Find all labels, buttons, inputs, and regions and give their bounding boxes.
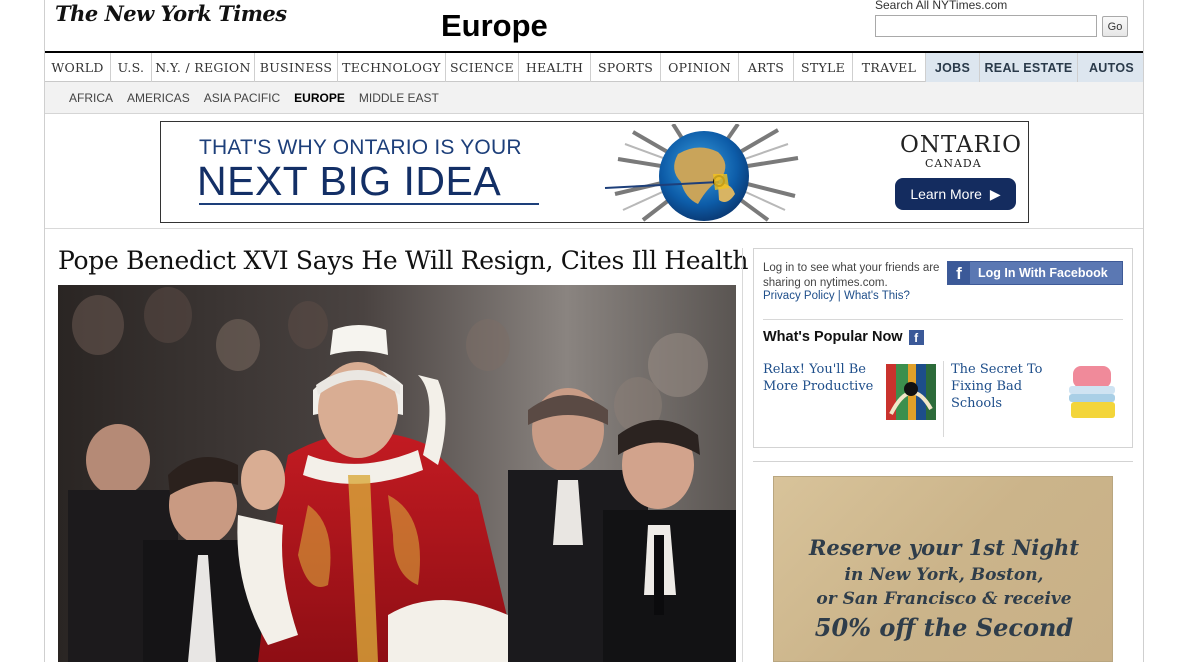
subnav-item-europe[interactable]: EUROPE [294,91,345,105]
nav-item-opinion[interactable]: OPINION [661,53,739,82]
ontario-banner-ad[interactable]: THAT'S WHY ONTARIO IS YOUR NEXT BIG IDEA [160,121,1029,223]
popular-item-2[interactable]: The Secret To Fixing Bad Schools [951,361,1061,412]
subnav-item-middle-east[interactable]: MIDDLE EAST [359,91,439,105]
popular-divider [943,361,944,437]
globe-skyline-icon [604,124,799,222]
ontario-logo: ONTARIO [900,132,1022,158]
page: The New York Times Europe Search All NYT… [44,0,1144,662]
facebook-prompt: Log in to see what your friends are shar… [763,262,940,289]
search-input[interactable] [875,15,1097,37]
article-headline[interactable]: Pope Benedict XVI Says He Will Resign, C… [58,246,748,275]
ad-headline: NEXT BIG IDEA [197,158,502,204]
column-divider [742,248,743,662]
nav-item-travel[interactable]: TRAVEL [853,53,926,82]
facebook-links: Privacy Policy | What's This? [763,290,910,302]
hotel-ad[interactable]: Reserve your 1st Night in New York, Bost… [773,476,1113,662]
divider [753,461,1133,462]
nav-item-autos[interactable]: AUTOS [1078,53,1143,82]
search-go-button[interactable]: Go [1102,16,1128,37]
nav-item-sports[interactable]: SPORTS [591,53,661,82]
primary-nav: WORLD U.S. N.Y. / REGION BUSINESS TECHNO… [45,51,1143,82]
nav-item-ny-region[interactable]: N.Y. / REGION [152,53,255,82]
facebook-login-label: Log In With Facebook [978,266,1108,280]
nav-item-world[interactable]: WORLD [45,53,111,82]
divider [45,228,1143,229]
hotel-ad-line2: in New York, Boston, [844,565,1044,585]
nav-item-business[interactable]: BUSINESS [255,53,338,82]
learn-more-label: Learn More [910,186,982,202]
play-triangle-icon: ▶ [989,185,1001,202]
subnav-item-asia-pacific[interactable]: ASIA PACIFIC [204,91,280,105]
nav-item-real-estate[interactable]: REAL ESTATE [980,53,1078,82]
hotel-ad-line3: or San Francisco & receive [816,589,1072,609]
hotel-ad-line1: Reserve your 1st Night [808,535,1080,560]
facebook-login-button[interactable]: f Log In With Facebook [947,261,1123,285]
link-separator: | [837,290,841,302]
article-photo[interactable] [58,285,736,662]
whats-this-link[interactable]: What's This? [844,290,910,302]
ontario-logo-sub: CANADA [925,157,982,170]
nav-item-arts[interactable]: ARTS [739,53,794,82]
ad-tagline: THAT'S WHY ONTARIO IS YOUR [199,136,522,159]
popular-thumbnail-1[interactable] [886,364,936,420]
subnav-item-africa[interactable]: AFRICA [69,91,113,105]
nyt-logo[interactable]: The New York Times [55,1,287,26]
popular-item-1[interactable]: Relax! You'll Be More Productive [763,361,883,395]
popular-title-text: What's Popular Now [763,329,903,345]
hotel-ad-line4: 50% off the Second [814,613,1074,642]
facebook-icon: f [908,329,924,345]
nav-item-jobs[interactable]: JOBS [926,53,980,82]
nav-item-science[interactable]: SCIENCE [446,53,519,82]
popular-thumbnail-2[interactable] [1067,364,1119,422]
search-label: Search All NYTimes.com [875,0,1008,12]
popular-title: What's Popular Now f [763,329,924,345]
ad-underline [199,203,539,205]
facebook-icon: f [948,262,970,284]
nav-item-us[interactable]: U.S. [111,53,152,82]
nav-item-health[interactable]: HEALTH [519,53,591,82]
privacy-policy-link[interactable]: Privacy Policy [763,290,835,302]
social-box: Log in to see what your friends are shar… [753,248,1133,448]
subnav-item-americas[interactable]: AMERICAS [127,91,190,105]
learn-more-button[interactable]: Learn More ▶ [895,178,1016,210]
divider [763,319,1123,320]
nav-item-style[interactable]: STYLE [794,53,853,82]
nav-item-technology[interactable]: TECHNOLOGY [338,53,446,82]
sub-nav: AFRICA AMERICAS ASIA PACIFIC EUROPE MIDD… [45,82,1143,114]
section-title: Europe [441,8,548,43]
